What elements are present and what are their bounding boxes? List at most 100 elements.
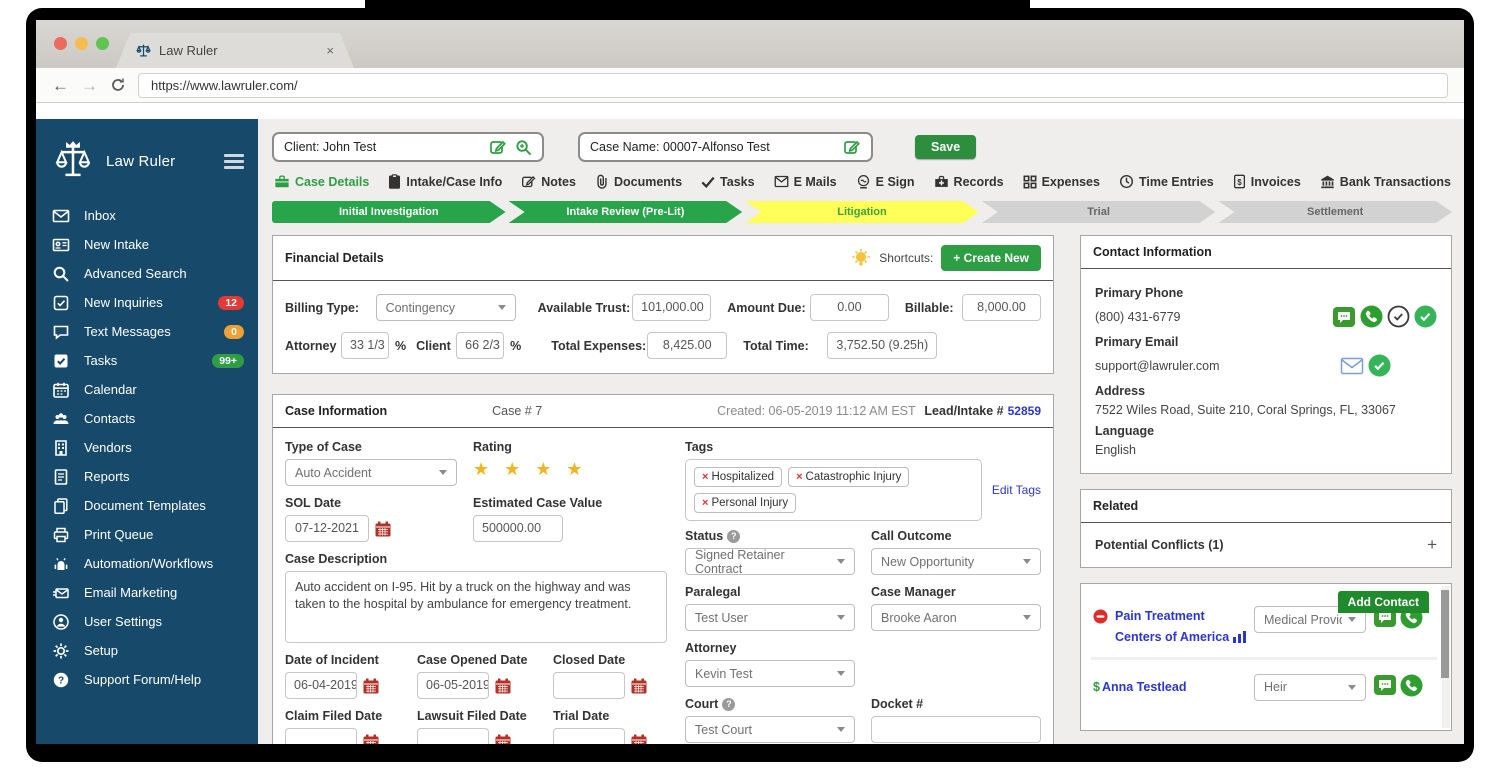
status-select[interactable]: Signed Retainer Contract	[685, 548, 855, 575]
verify-outline-icon[interactable]	[1387, 305, 1410, 328]
close-window-button[interactable]	[54, 37, 67, 50]
maximize-window-button[interactable]	[96, 37, 109, 50]
save-button[interactable]: Save	[915, 135, 976, 159]
tab-time-entries[interactable]: Time Entries	[1119, 174, 1214, 189]
date-of-incident-input[interactable]: 06-04-2019	[285, 672, 357, 699]
add-contact-button[interactable]: Add Contact	[1338, 591, 1429, 613]
stage-trial[interactable]: Trial	[982, 201, 1216, 223]
lawsuit-filed-date-input[interactable]	[417, 728, 489, 744]
remove-tag-icon[interactable]: ×	[702, 497, 708, 509]
tab-expenses[interactable]: Expenses	[1023, 175, 1100, 189]
edit-tags-link[interactable]: Edit Tags	[992, 483, 1041, 497]
status-help-icon[interactable]: ?	[727, 530, 740, 543]
sidebar-item-email-marketing[interactable]: Email Marketing	[36, 578, 258, 607]
tag-chip[interactable]: ×Hospitalized	[694, 467, 782, 487]
stage-intake-review[interactable]: Intake Review (Pre-Lit)	[509, 201, 743, 223]
sidebar-item-contacts[interactable]: Contacts	[36, 404, 258, 433]
calendar-picker-icon[interactable]	[630, 677, 648, 695]
type-of-case-select[interactable]: Auto Accident	[285, 459, 457, 486]
total-expenses-input[interactable]: 8,425.00	[647, 332, 727, 359]
case-manager-select[interactable]: Brooke Aaron	[871, 604, 1041, 631]
sidebar-item-user-settings[interactable]: User Settings	[36, 607, 258, 636]
browser-tab[interactable]: Law Ruler ×	[116, 33, 354, 68]
paralegal-select[interactable]: Test User	[685, 604, 855, 631]
contact-role-select[interactable]: Heir	[1254, 674, 1366, 701]
sidebar-item-new-intake[interactable]: New Intake	[36, 230, 258, 259]
minimize-window-button[interactable]	[75, 37, 88, 50]
tab-notes[interactable]: Notes	[521, 174, 576, 189]
remove-tag-icon[interactable]: ×	[702, 471, 708, 483]
court-select[interactable]: Test Court	[685, 716, 855, 743]
estimated-case-value-input[interactable]: 500000.00	[473, 515, 563, 542]
calendar-picker-icon[interactable]	[494, 733, 512, 745]
case-opened-date-input[interactable]: 06-05-2019	[417, 672, 489, 699]
stage-initial-investigation[interactable]: Initial Investigation	[272, 201, 506, 223]
remove-contact-icon[interactable]	[1093, 609, 1108, 624]
tab-tasks[interactable]: Tasks	[701, 175, 755, 189]
trial-date-input[interactable]	[553, 728, 625, 744]
tab-case-details[interactable]: Case Details	[274, 174, 369, 189]
sms-icon[interactable]	[1332, 306, 1356, 328]
amount-due-input[interactable]: 0.00	[810, 294, 889, 321]
claim-filed-date-input[interactable]	[285, 728, 357, 744]
billable-input[interactable]: 8,000.00	[962, 294, 1041, 321]
billing-type-select[interactable]: Contingency	[376, 294, 516, 321]
contact-name-link[interactable]: $Anna Testlead	[1093, 674, 1247, 695]
expand-plus-icon[interactable]: +	[1427, 535, 1437, 555]
court-help-icon[interactable]: ?	[722, 698, 735, 711]
sidebar-item-new-inquiries[interactable]: New Inquiries 12	[36, 288, 258, 317]
lead-intake-link[interactable]: 52859	[1008, 404, 1041, 418]
window-controls[interactable]	[54, 37, 109, 50]
contact-name-link[interactable]: Pain Treatment Centers of America	[1115, 606, 1247, 649]
sidebar-item-support-help[interactable]: ? Support Forum/Help	[36, 665, 258, 694]
scrollbar-track[interactable]	[1442, 586, 1450, 728]
reload-icon[interactable]	[110, 77, 126, 93]
tab-intake-case-info[interactable]: Intake/Case Info	[388, 174, 502, 189]
calendar-picker-icon[interactable]	[362, 677, 380, 695]
sidebar-item-setup[interactable]: Setup	[36, 636, 258, 665]
tab-records[interactable]: Records	[934, 174, 1004, 189]
scrollbar-thumb[interactable]	[1441, 590, 1449, 678]
rating-stars[interactable]: ★ ★ ★ ★	[473, 459, 588, 479]
sidebar-item-document-templates[interactable]: Document Templates	[36, 491, 258, 520]
address-bar[interactable]: https://www.lawruler.com/	[138, 73, 1448, 98]
attorney-select[interactable]: Kevin Test	[685, 660, 855, 687]
back-icon[interactable]: ←	[52, 77, 69, 94]
chart-icon[interactable]	[1233, 631, 1246, 643]
remove-tag-icon[interactable]: ×	[796, 471, 802, 483]
sidebar-item-print-queue[interactable]: Print Queue	[36, 520, 258, 549]
tab-bank-transactions[interactable]: Bank Transactions	[1320, 174, 1451, 189]
docket-input[interactable]	[871, 716, 1041, 743]
stage-litigation[interactable]: Litigation	[745, 201, 979, 223]
tags-box[interactable]: ×Hospitalized ×Catastrophic Injury ×Pers…	[685, 459, 982, 521]
call-icon[interactable]	[1400, 674, 1423, 697]
verified-check-icon[interactable]	[1414, 305, 1437, 328]
calendar-picker-icon[interactable]	[494, 677, 512, 695]
available-trust-input[interactable]: 101,000.00	[632, 294, 711, 321]
tag-chip[interactable]: ×Personal Injury	[694, 493, 796, 513]
sms-icon[interactable]	[1373, 674, 1397, 697]
sidebar-item-inbox[interactable]: Inbox	[36, 201, 258, 230]
calendar-picker-icon[interactable]	[374, 520, 392, 538]
call-icon[interactable]	[1360, 305, 1383, 328]
closed-date-input[interactable]	[553, 672, 625, 699]
sidebar-item-calendar[interactable]: Calendar	[36, 375, 258, 404]
edit-client-icon[interactable]	[489, 138, 507, 156]
sol-date-input[interactable]: 07-12-2021	[285, 515, 369, 542]
tab-invoices[interactable]: $ Invoices	[1233, 174, 1301, 189]
forward-icon[interactable]: →	[81, 77, 98, 94]
hamburger-menu-icon[interactable]	[224, 154, 244, 169]
sidebar-item-reports[interactable]: Reports	[36, 462, 258, 491]
stage-settlement[interactable]: Settlement	[1218, 201, 1452, 223]
client-pct-input[interactable]: 66 2/3	[456, 332, 504, 359]
sidebar-item-vendors[interactable]: Vendors	[36, 433, 258, 462]
tab-esign[interactable]: E Sign	[856, 174, 915, 189]
sidebar-item-advanced-search[interactable]: Advanced Search	[36, 259, 258, 288]
tag-chip[interactable]: ×Catastrophic Injury	[788, 467, 909, 487]
send-email-icon[interactable]	[1340, 357, 1364, 375]
sidebar-item-text-messages[interactable]: Text Messages 0	[36, 317, 258, 346]
sidebar-item-tasks[interactable]: Tasks 99+	[36, 346, 258, 375]
calendar-picker-icon[interactable]	[630, 733, 648, 745]
sidebar-item-automation-workflows[interactable]: Automation/Workflows	[36, 549, 258, 578]
attorney-pct-input[interactable]: 33 1/3	[341, 332, 389, 359]
